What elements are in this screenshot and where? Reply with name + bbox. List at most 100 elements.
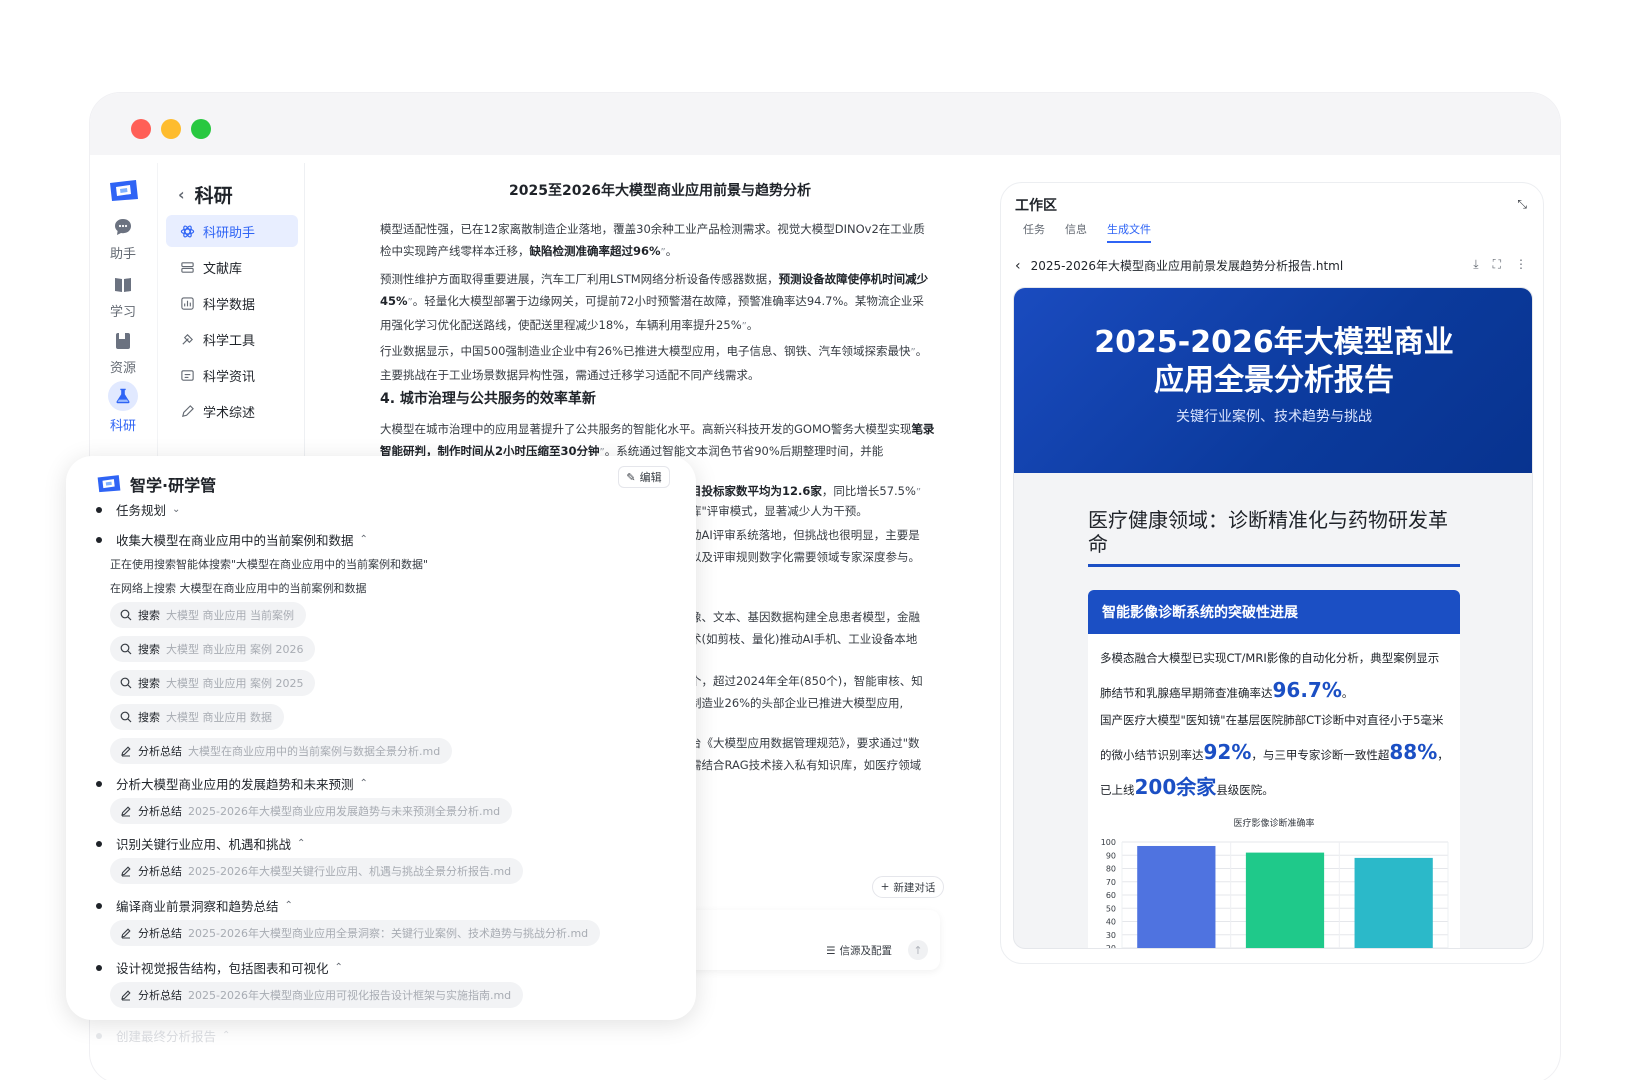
flask-icon — [116, 388, 130, 404]
planner-header: 智学·研学管 — [96, 472, 216, 496]
new-chat-button[interactable]: + 新建对话 — [872, 876, 944, 898]
send-button[interactable]: ↑ — [908, 940, 928, 960]
card-paragraph: 国产医疗大模型"医知镜"在基层医院肺部CT诊断中对直径小于5毫米的微小结节识别率… — [1100, 713, 1449, 799]
report-preview[interactable]: 2025-2026年大模型商业 应用全景分析报告 关键行业案例、技术趋势与挑战 医… — [1013, 287, 1533, 949]
nav-item-label: 学术综述 — [203, 405, 256, 421]
search-icon — [120, 643, 132, 655]
nav-item-science-tools[interactable]: 科学工具 — [166, 323, 298, 355]
app-logo-icon — [97, 475, 121, 493]
task-plan-toggle[interactable]: 任务规划 ⌄ — [96, 500, 180, 519]
rail-item-assistant[interactable]: 助手 — [90, 217, 156, 262]
download-icon[interactable]: ⤓ — [1473, 257, 1478, 272]
nav-item-library[interactable]: 文献库 — [166, 251, 298, 283]
article-paragraph: 个，超过2024年全年(850个)，智能审核、知 制造业26%的头部企业已推进大模… — [690, 674, 923, 710]
plan-step[interactable]: 识别关键行业应用、机遇和挑战 ⌃ — [96, 834, 305, 853]
news-icon — [181, 369, 194, 381]
report-subtitle: 关键行业案例、技术趋势与挑战 — [1176, 409, 1372, 425]
card-title: 智能影像诊断系统的突破性进展 — [1088, 590, 1460, 634]
pencil-icon — [121, 866, 131, 877]
accuracy-bar-chart: 20 30 40 50 60 70 80 90 100 — [1101, 838, 1449, 949]
rail-label: 资源 — [109, 361, 136, 376]
pencil-icon — [121, 746, 131, 757]
rail-item-research[interactable]: 科研 — [90, 381, 156, 434]
article-paragraph: 预测性维护方面取得重要进展，汽车工厂利用LSTM网络分析设备传感器数据，预测设备… — [380, 272, 929, 332]
sources-config-button[interactable]: ☰ 信源及配置 — [826, 943, 892, 958]
plan-step-faded: 创建最终分析报告 ⌃ — [96, 1026, 230, 1045]
tool-icon — [182, 333, 193, 345]
minimize-window-button[interactable] — [161, 119, 181, 139]
tab-tasks[interactable]: 任务 — [1023, 221, 1045, 237]
chevron-up-icon: ⌃ — [359, 778, 368, 789]
search-chip[interactable]: 搜索 大模型 商业应用 当前案例 — [110, 602, 306, 628]
tab-generated-files[interactable]: 生成文件 — [1107, 221, 1151, 243]
card-paragraph: 多模态融合大模型已实现CT/MRI影像的自动化分析，典型案例显示肺结节和乳腺癌早… — [1100, 651, 1440, 702]
workspace-panel: 工作区 ⤡ 任务 信息 生成文件 ‹ 2025-2026年大模型商业应用前景发展… — [1000, 182, 1544, 964]
subnav-title: 科研 — [194, 185, 233, 207]
rail-label: 助手 — [109, 247, 136, 262]
workspace-title: 工作区 — [1015, 198, 1057, 214]
more-icon[interactable]: ⋮ — [1515, 257, 1527, 272]
pen-icon — [182, 404, 194, 417]
plan-step[interactable]: 设计视觉报告结构，包括图表和可视化 ⌃ — [96, 958, 343, 977]
plan-step[interactable]: 收集大模型在商业应用中的当前案例和数据 ⌃ — [96, 530, 368, 549]
y-tick-label: 90 — [1106, 851, 1116, 860]
article-section-heading: 4. 城市治理与公共服务的效率革新 — [380, 391, 596, 407]
report-title: 2025-2026年大模型商业 应用全景分析报告 — [1094, 325, 1454, 398]
chevron-down-icon: ⌄ — [172, 504, 181, 515]
subnav-header[interactable]: ‹ 科研 — [178, 181, 233, 208]
nav-item-science-news[interactable]: 科学资讯 — [166, 359, 298, 391]
pencil-icon — [121, 928, 131, 939]
book-icon — [115, 278, 131, 292]
maximize-window-button[interactable] — [191, 119, 211, 139]
y-tick-label: 60 — [1106, 891, 1116, 900]
pencil-icon: ✎ — [626, 470, 636, 484]
nav-item-review[interactable]: 学术综述 — [166, 395, 298, 427]
pencil-icon — [121, 806, 131, 817]
rail-label: 科研 — [109, 419, 136, 434]
rail-item-resources[interactable]: 资源 — [90, 331, 156, 376]
plan-step[interactable]: 编译商业前景洞察和趋势总结 ⌃ — [96, 896, 293, 915]
chart-bar — [1137, 845, 1216, 948]
report-banner: 2025-2026年大模型商业 应用全景分析报告 关键行业案例、技术趋势与挑战 — [1014, 288, 1532, 473]
close-window-button[interactable] — [131, 119, 151, 139]
report-section-title: 医疗健康领域：诊断精准化与药物研发革命 — [1088, 508, 1460, 567]
search-icon — [120, 609, 132, 621]
article-paragraph: 库"评审模式，显著减少人为干预。 — [690, 504, 868, 518]
summary-chip[interactable]: 分析总结 2025-2026年大模型商业应用全景洞察：关键行业案例、技术趋势与挑战… — [110, 920, 601, 946]
step-status-note: 在网络上搜索 大模型在商业应用中的当前案例和数据 — [110, 582, 367, 595]
summary-chip[interactable]: 分析总结 2025-2026年大模型商业应用可视化报告设计框架与实施指南.md — [110, 982, 524, 1008]
fullscreen-icon[interactable]: ⛶ — [1493, 257, 1501, 272]
chevron-left-icon[interactable]: ‹ — [178, 185, 185, 204]
tab-info[interactable]: 信息 — [1065, 221, 1087, 237]
y-tick-label: 20 — [1106, 944, 1116, 949]
file-name: 2025-2026年大模型商业应用前景发展趋势分析报告.html — [1030, 259, 1344, 273]
rail-item-learning[interactable]: 学习 — [90, 275, 156, 320]
edit-button[interactable]: ✎ 编辑 — [618, 466, 670, 488]
summary-chip[interactable]: 分析总结 2025-2026年大模型关键行业应用、机遇与挑战全景分析报告.md — [110, 858, 524, 884]
search-chip[interactable]: 搜索 大模型 商业应用 案例 2025 — [110, 670, 316, 696]
y-tick-label: 100 — [1101, 838, 1116, 847]
nav-item-label: 科学数据 — [203, 297, 256, 313]
file-actions: ⤓ ⛶ ⋮ — [1473, 257, 1527, 272]
search-chip[interactable]: 搜索 大模型 商业应用 案例 2026 — [110, 636, 316, 662]
article-paragraph: 行业数据显示，中国500强制造业企业中有26%已推进大模型应用，电子信息、钢铁、… — [380, 344, 928, 382]
article-title: 2025至2026年大模型商业应用前景与趋势分析 — [509, 183, 811, 199]
search-chip[interactable]: 搜索 大模型 商业应用 数据 — [110, 704, 284, 730]
chevron-up-icon: ⌃ — [334, 962, 343, 973]
chart-bar — [1245, 852, 1325, 948]
summary-chip[interactable]: 分析总结 大模型在商业应用中的当前案例与数据全景分析.md — [110, 738, 453, 764]
y-tick-label: 40 — [1106, 918, 1116, 927]
nav-item-science-data[interactable]: 科学数据 — [166, 287, 298, 319]
summary-chip[interactable]: 分析总结 2025-2026年大模型商业应用发展趋势与未来预测全景分析.md — [110, 798, 513, 824]
nav-item-research-assistant[interactable]: 科研助手 — [166, 215, 298, 247]
chevron-left-icon[interactable]: ‹ — [1015, 258, 1021, 274]
collapse-icon[interactable]: ⤡ — [1517, 197, 1527, 212]
chevron-up-icon: ⌃ — [284, 900, 293, 911]
reference-icon: ” — [915, 487, 922, 498]
nav-item-label: 科学工具 — [203, 333, 256, 349]
article-paragraph: 动AI评审系统落地，但挑战也很明显，主要是 以及评审规则数字化需要领域专家深度参与… — [690, 528, 920, 564]
article-paragraph: 台《大模型应用数据管理规范》，要求通过"数 需结合RAG技术接入私有知识库，如医疗… — [690, 736, 922, 772]
search-icon — [120, 711, 132, 723]
plan-step[interactable]: 分析大模型商业应用的发展趋势和未来预测 ⌃ — [96, 774, 368, 793]
y-tick-label: 80 — [1106, 865, 1116, 874]
